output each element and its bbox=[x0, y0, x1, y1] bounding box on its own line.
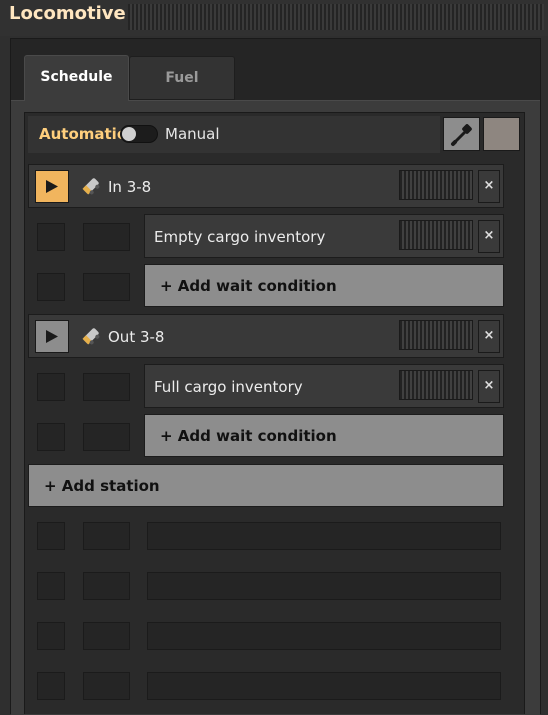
wait-condition-row[interactable]: Full cargo inventory × bbox=[144, 364, 504, 408]
station-play-button[interactable] bbox=[35, 170, 69, 203]
add-wait-condition-button[interactable]: + Add wait condition bbox=[144, 264, 504, 307]
wait-progress-indicator bbox=[399, 220, 473, 250]
close-icon[interactable]: × bbox=[478, 170, 500, 203]
add-wait-condition-label: + Add wait condition bbox=[160, 277, 337, 295]
tab-schedule[interactable]: Schedule bbox=[24, 55, 129, 101]
add-station-label: + Add station bbox=[44, 477, 160, 495]
wait-condition-label: Full cargo inventory bbox=[154, 378, 303, 396]
schedule-station-row[interactable]: In 3-8 × bbox=[28, 164, 504, 208]
close-icon[interactable]: × bbox=[478, 370, 500, 403]
automatic-manual-toggle[interactable] bbox=[120, 125, 158, 143]
window-drag-handle[interactable] bbox=[128, 4, 544, 30]
empty-slot bbox=[37, 223, 65, 251]
empty-slot bbox=[37, 622, 65, 650]
station-name: In 3-8 bbox=[108, 178, 152, 196]
tab-fuel[interactable]: Fuel bbox=[129, 56, 235, 100]
eyedropper-icon bbox=[451, 124, 472, 146]
window-title: Locomotive bbox=[9, 3, 126, 24]
empty-slot bbox=[83, 223, 130, 251]
empty-slot bbox=[83, 522, 130, 550]
station-name: Out 3-8 bbox=[108, 328, 165, 346]
schedule-station-row[interactable]: Out 3-8 × bbox=[28, 314, 504, 358]
empty-slot bbox=[83, 672, 130, 700]
empty-row bbox=[147, 572, 501, 600]
eyedropper-button[interactable] bbox=[443, 117, 480, 151]
locomotive-icon bbox=[82, 328, 100, 345]
title-bar: Locomotive bbox=[0, 0, 548, 36]
empty-row bbox=[147, 672, 501, 700]
empty-slot bbox=[83, 622, 130, 650]
manual-label: Manual bbox=[165, 125, 220, 143]
empty-slot bbox=[37, 423, 65, 451]
add-station-button[interactable]: + Add station bbox=[28, 464, 504, 507]
station-play-button[interactable] bbox=[35, 320, 69, 353]
empty-slot bbox=[37, 672, 65, 700]
wait-progress-indicator bbox=[399, 170, 473, 200]
empty-slot bbox=[37, 373, 65, 401]
train-color-swatch[interactable] bbox=[483, 117, 520, 151]
empty-row bbox=[147, 522, 501, 550]
empty-slot bbox=[37, 572, 65, 600]
close-icon[interactable]: × bbox=[478, 320, 500, 353]
wait-progress-indicator bbox=[399, 370, 473, 400]
add-wait-condition-button[interactable]: + Add wait condition bbox=[144, 414, 504, 457]
wait-condition-row[interactable]: Empty cargo inventory × bbox=[144, 214, 504, 258]
locomotive-icon bbox=[82, 178, 100, 195]
empty-slot bbox=[83, 373, 130, 401]
empty-row bbox=[147, 622, 501, 650]
toggle-knob bbox=[122, 127, 136, 141]
play-icon bbox=[46, 330, 58, 343]
close-icon[interactable]: × bbox=[478, 220, 500, 253]
automatic-label: Automatic bbox=[39, 125, 126, 143]
add-wait-condition-label: + Add wait condition bbox=[160, 427, 337, 445]
wait-condition-label: Empty cargo inventory bbox=[154, 228, 326, 246]
wait-progress-indicator bbox=[399, 320, 473, 350]
empty-slot bbox=[83, 273, 130, 301]
play-icon bbox=[46, 180, 58, 193]
empty-slot bbox=[83, 423, 130, 451]
empty-slot bbox=[37, 522, 65, 550]
empty-slot bbox=[83, 572, 130, 600]
empty-slot bbox=[37, 273, 65, 301]
